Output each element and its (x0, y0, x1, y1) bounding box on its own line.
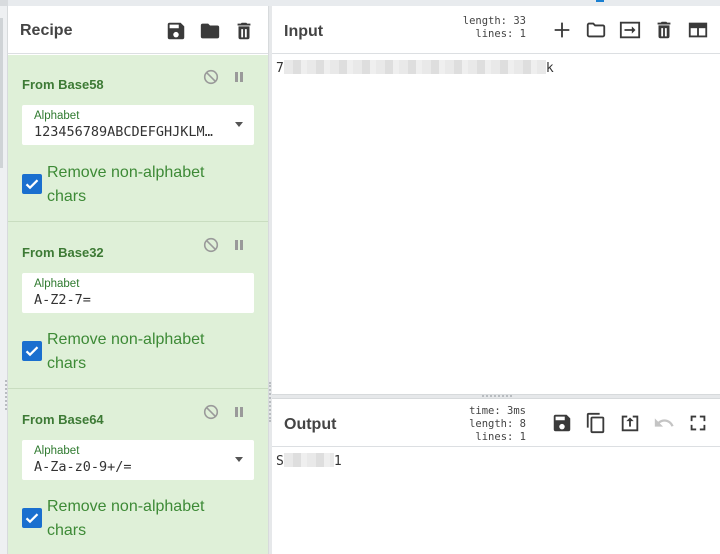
alphabet-value: A-Z2-7= (34, 292, 91, 308)
input-text[interactable]: 7k (276, 60, 554, 76)
checkbox-label[interactable]: Remove non-alphabet chars (47, 495, 247, 543)
remove-non-alphabet-checkbox[interactable] (22, 174, 42, 194)
operation-name: From Base64 (22, 412, 104, 427)
top-indicator (596, 0, 604, 2)
remove-non-alphabet-checkbox[interactable] (22, 508, 42, 528)
checkbox-label[interactable]: Remove non-alphabet chars (47, 161, 247, 209)
alphabet-label: Alphabet (34, 278, 80, 290)
alphabet-select[interactable]: Alphabet 123456789ABCDEFGHJKLMNPQRSTUVWX… (22, 105, 254, 145)
lines-value: 1 (519, 431, 526, 443)
operation-from-base64: From Base64 Alphabet A-Za-z0-9+/= Remove… (8, 389, 268, 554)
output-title: Output (284, 416, 337, 433)
recipe-header: Recipe (8, 6, 268, 54)
plus-icon[interactable] (551, 19, 573, 41)
move-to-input-icon[interactable] (619, 412, 641, 434)
operation-from-base32: From Base32 Alphabet A-Z2-7= Remove non-… (8, 222, 268, 389)
left-gutter (0, 6, 8, 554)
alphabet-value: A-Za-z0-9+/= (34, 459, 132, 475)
length-value: 8 (519, 418, 526, 430)
lines-label: lines: (475, 431, 514, 443)
chevron-down-icon[interactable] (235, 122, 243, 127)
input-stats: length: 33 lines: 1 (452, 15, 526, 41)
alphabet-label: Alphabet (34, 110, 80, 122)
chevron-down-icon[interactable] (235, 457, 243, 462)
folder-icon[interactable] (585, 19, 607, 41)
input-header: Input length: 33 lines: 1 (272, 6, 720, 54)
operation-name: From Base58 (22, 77, 104, 92)
redacted-text (283, 453, 334, 467)
trash-icon[interactable] (653, 19, 675, 41)
input-title: Input (284, 23, 324, 40)
input-panel: Input length: 33 lines: 1 7k (272, 6, 720, 394)
trash-icon[interactable] (233, 20, 255, 42)
folder-icon[interactable] (199, 20, 221, 42)
time-label: time: (469, 405, 501, 417)
length-value: 33 (513, 15, 526, 27)
operation-name: From Base32 (22, 245, 104, 260)
alphabet-input[interactable]: Alphabet A-Z2-7= (22, 273, 254, 313)
output-stats: time: 3ms length: 8 lines: 1 (442, 405, 526, 444)
checkbox-label[interactable]: Remove non-alphabet chars (47, 328, 247, 376)
redacted-text (283, 60, 546, 74)
output-text[interactable]: S1 (276, 453, 342, 469)
lines-value: 1 (519, 28, 526, 40)
output-header: Output time: 3ms length: 8 lines: 1 (272, 399, 720, 447)
length-label: length: (469, 418, 514, 430)
alphabet-label: Alphabet (34, 445, 80, 457)
copy-icon[interactable] (585, 412, 607, 434)
lines-label: lines: (475, 28, 514, 40)
input-arrow-icon[interactable] (619, 19, 641, 41)
save-icon[interactable] (551, 412, 573, 434)
time-value: 3ms (507, 405, 526, 417)
fullscreen-icon[interactable] (687, 412, 709, 434)
recipe-title: Recipe (20, 22, 73, 39)
operation-from-base58: From Base58 Alphabet 123456789ABCDEFGHJK… (8, 55, 268, 222)
pause-icon[interactable] (231, 237, 247, 253)
undo-icon (653, 412, 675, 434)
pause-icon[interactable] (231, 69, 247, 85)
layout-icon[interactable] (687, 19, 709, 41)
pause-icon[interactable] (231, 404, 247, 420)
disable-icon[interactable] (203, 237, 219, 253)
resize-handle[interactable] (5, 380, 7, 410)
disable-icon[interactable] (203, 404, 219, 420)
length-label: length: (462, 15, 508, 27)
output-panel: Output time: 3ms length: 8 lines: 1 S1 (272, 399, 720, 554)
alphabet-select[interactable]: Alphabet A-Za-z0-9+/= (22, 440, 254, 480)
remove-non-alphabet-checkbox[interactable] (22, 341, 42, 361)
recipe-list: From Base58 Alphabet 123456789ABCDEFGHJK… (8, 55, 268, 554)
save-icon[interactable] (165, 20, 187, 42)
disable-icon[interactable] (203, 69, 219, 85)
alphabet-value: 123456789ABCDEFGHJKLMNPQRSTUVWXYZabcdefg… (34, 124, 216, 140)
recipe-panel: Recipe From Base58 Alphabet 123456789ABC… (8, 6, 268, 554)
